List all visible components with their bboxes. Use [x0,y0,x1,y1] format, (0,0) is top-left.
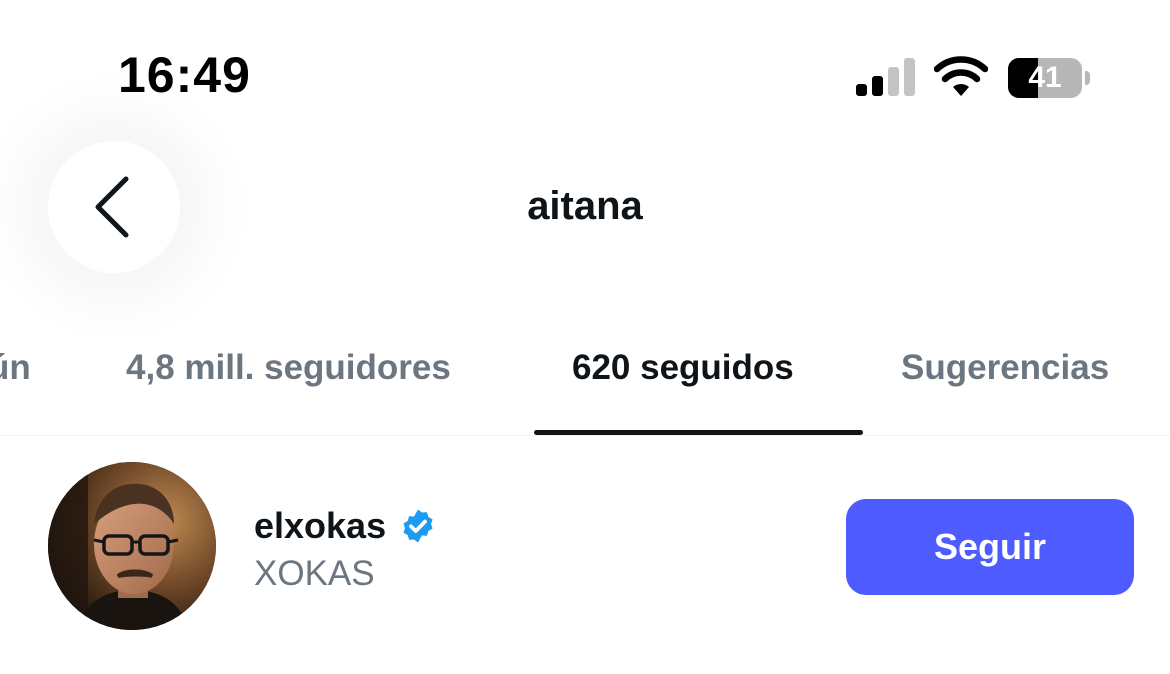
battery-body: 41 [1008,58,1082,98]
follow-button[interactable]: Seguir [846,499,1134,595]
signal-bar [888,67,899,96]
verified-badge-icon [402,509,433,543]
tab-followers[interactable]: 4,8 mill. seguidores [126,350,451,385]
battery-icon: 41 [1008,58,1092,98]
tab-in-common[interactable]: ún [0,350,31,385]
signal-bar [872,76,883,96]
avatar-image [48,462,216,630]
active-tab-indicator [534,430,863,435]
page-title: aitana [527,184,643,228]
signal-bar [856,84,867,96]
list-item[interactable]: elxokas XOKAS Seguir [0,462,1170,632]
signal-bar [904,58,915,96]
user-name-line: elxokas [254,504,437,548]
wifi-icon [934,56,988,96]
tab-following[interactable]: 620 seguidos [572,350,794,385]
user-handle: XOKAS [254,554,375,593]
avatar[interactable] [48,462,216,630]
battery-level: 41 [1028,61,1062,94]
status-icons: 41 [856,56,1096,102]
status-time: 16:49 [118,47,251,103]
battery-cap [1085,71,1090,85]
user-display-name[interactable]: elxokas [254,505,386,546]
tab-suggestions[interactable]: Sugerencias [901,350,1109,385]
tab-bar: ún 4,8 mill. seguidores 620 seguidos Sug… [0,330,1170,436]
signal-bars-icon [856,58,915,96]
